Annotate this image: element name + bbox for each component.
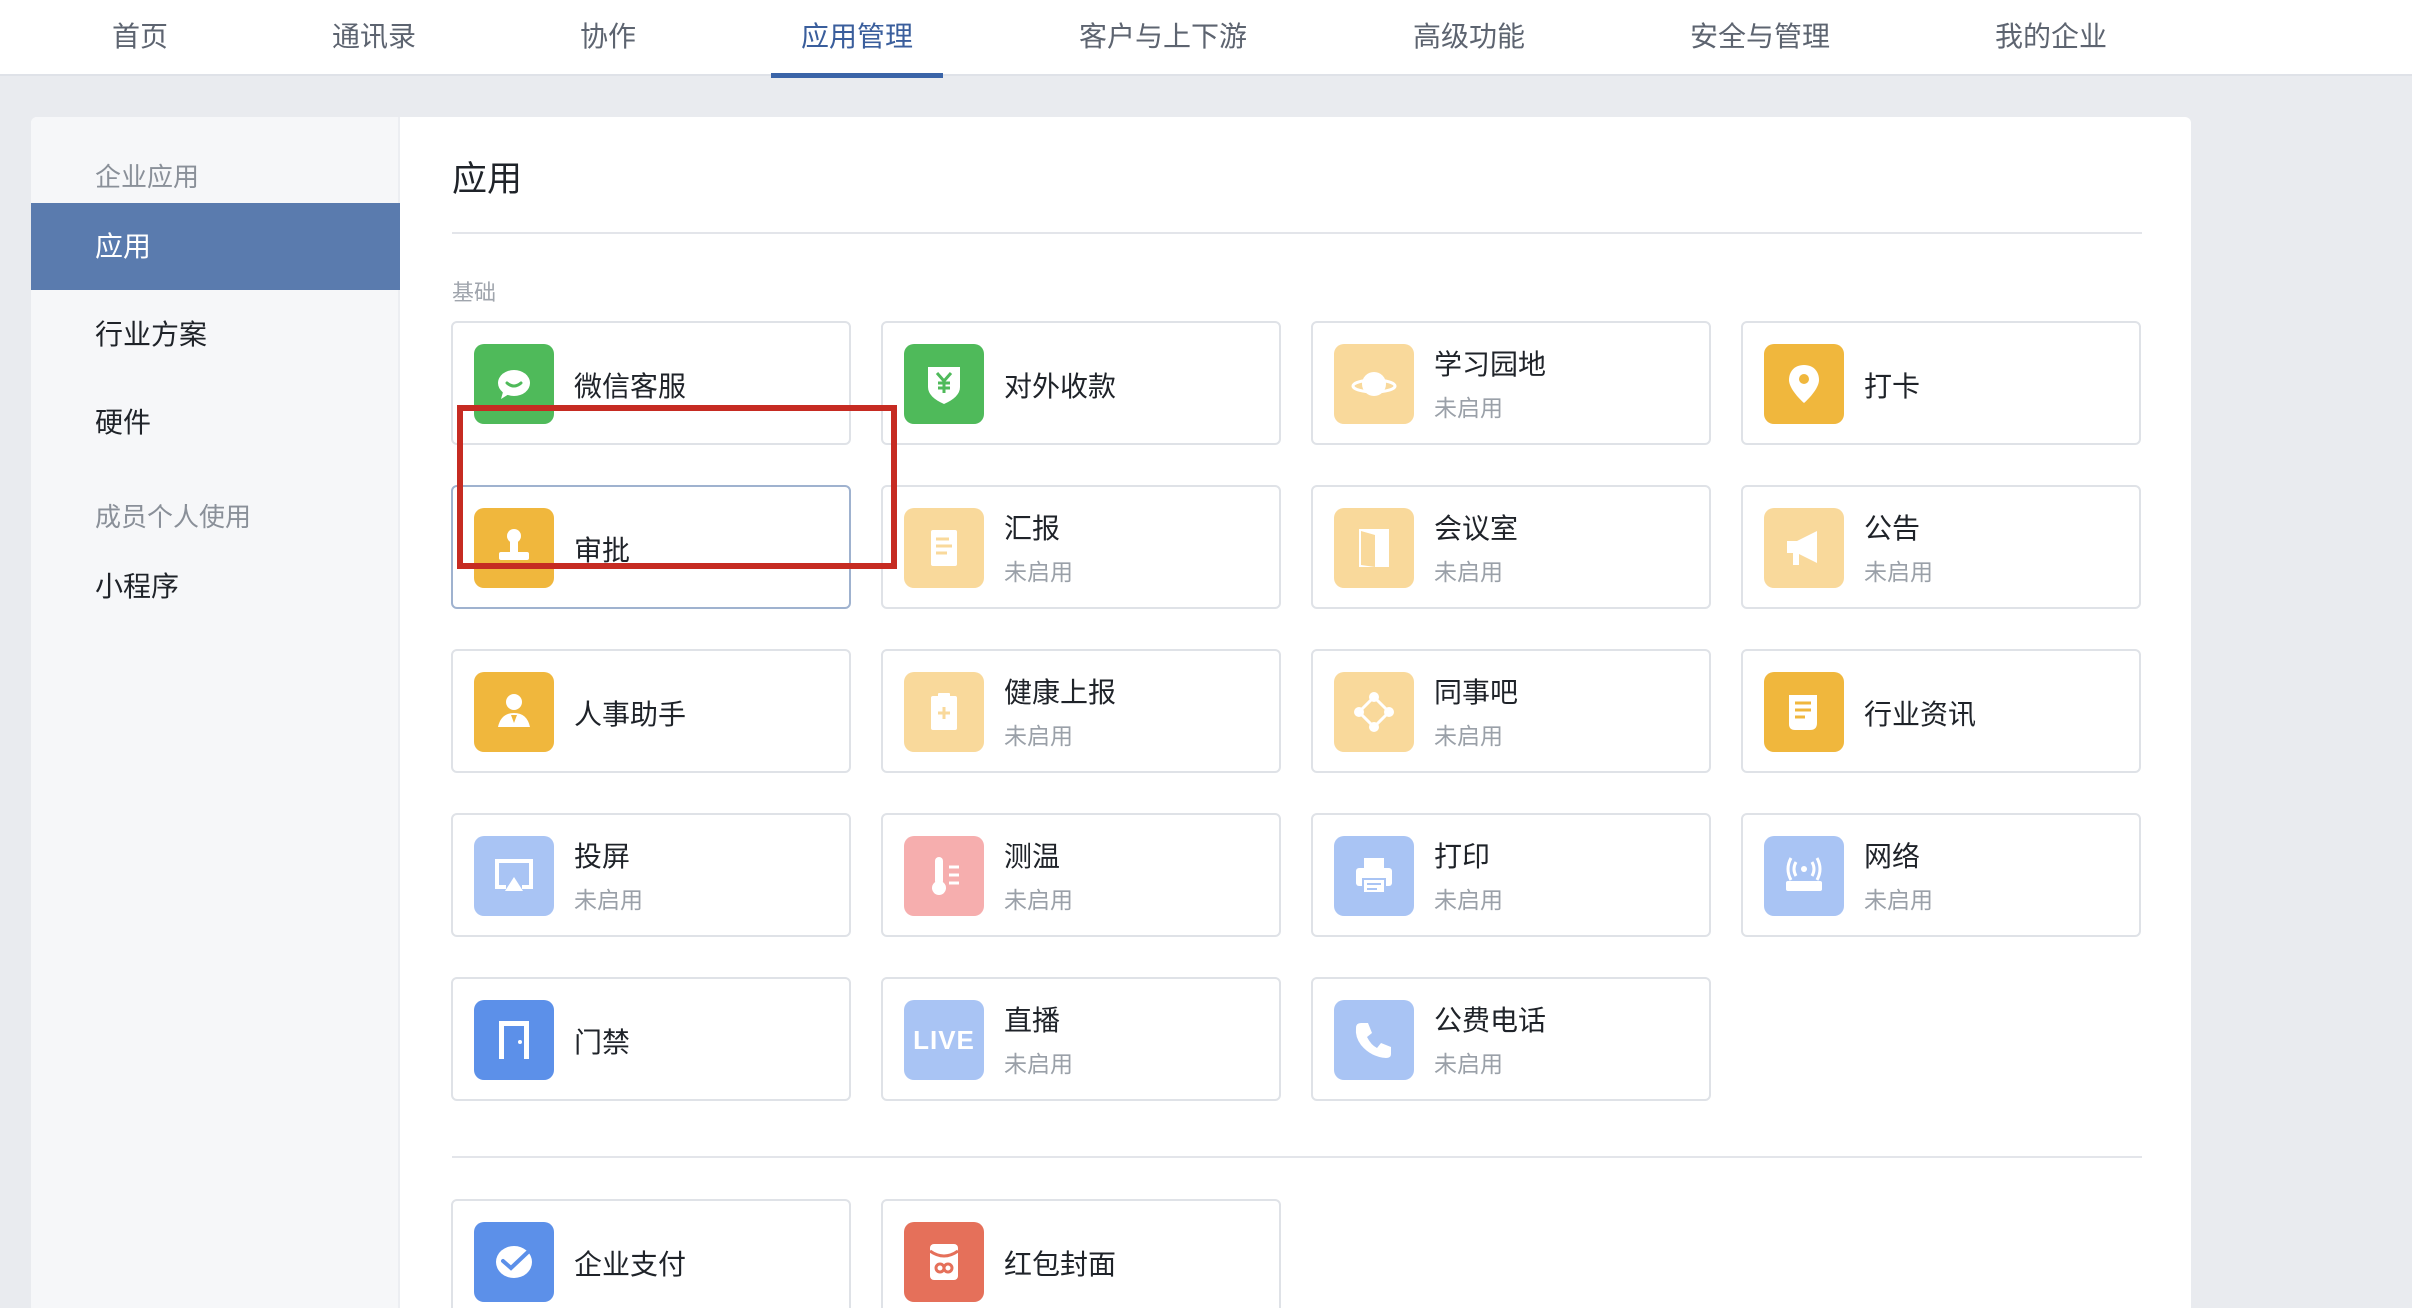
app-status: 未启用	[1004, 560, 1073, 586]
sidebar-item-apps[interactable]: 应用	[31, 203, 400, 290]
app-card-network[interactable]: 网络 未启用	[1741, 813, 2141, 937]
tab-advanced[interactable]: 高级功能	[1383, 0, 1555, 76]
app-name: 测温	[1004, 840, 1061, 873]
app-status: 未启用	[1864, 560, 1933, 586]
app-name: 微信客服	[574, 370, 687, 403]
app-card-hr-assistant[interactable]: 人事助手	[451, 649, 851, 773]
stamp-icon	[474, 508, 554, 588]
divider	[452, 1156, 2142, 1158]
payment-icon	[474, 1222, 554, 1302]
divider	[452, 232, 2142, 234]
app-status: 未启用	[1434, 560, 1503, 586]
app-card-red-envelope[interactable]: 红包封面	[881, 1199, 1281, 1308]
app-name: 人事助手	[574, 698, 687, 731]
tab-my-enterprise[interactable]: 我的企业	[1965, 0, 2137, 76]
network-nodes-icon	[1334, 672, 1414, 752]
tab-app-management[interactable]: 应用管理	[770, 0, 944, 78]
news-icon	[1764, 672, 1844, 752]
app-name: 行业资讯	[1864, 698, 1977, 731]
app-status: 未启用	[1434, 396, 1503, 422]
app-name: 公告	[1864, 512, 1921, 545]
yuan-shield-icon	[904, 344, 984, 424]
app-card-report[interactable]: 汇报 未启用	[881, 485, 1281, 609]
report-icon	[904, 508, 984, 588]
app-name: 会议室	[1434, 512, 1519, 545]
app-card-health-report[interactable]: 健康上报 未启用	[881, 649, 1281, 773]
tab-contacts[interactable]: 通讯录	[302, 0, 446, 76]
app-status: 未启用	[1004, 1052, 1073, 1078]
sidebar-group-personal: 成员个人使用	[95, 503, 252, 533]
app-status: 未启用	[1434, 724, 1503, 750]
app-name: 红包封面	[1004, 1248, 1117, 1281]
app-card-temperature[interactable]: 测温 未启用	[881, 813, 1281, 937]
sidebar-item-hardware[interactable]: 硬件	[31, 379, 400, 466]
app-card-access-control[interactable]: 门禁	[451, 977, 851, 1101]
app-name: 投屏	[574, 840, 631, 873]
app-card-screen-cast[interactable]: 投屏 未启用	[451, 813, 851, 937]
app-name: 同事吧	[1434, 676, 1519, 709]
app-status: 未启用	[1864, 888, 1933, 914]
app-name: 企业支付	[574, 1248, 687, 1281]
app-card-learning[interactable]: 学习园地 未启用	[1311, 321, 1711, 445]
location-pin-icon	[1764, 344, 1844, 424]
app-status: 未启用	[1004, 724, 1073, 750]
door-icon	[1334, 508, 1414, 588]
app-name: 健康上报	[1004, 676, 1117, 709]
thermometer-icon	[904, 836, 984, 916]
app-name: 门禁	[574, 1026, 631, 1059]
app-name: 打卡	[1864, 370, 1921, 403]
app-name: 学习园地	[1434, 348, 1547, 381]
tab-customers[interactable]: 客户与上下游	[1049, 0, 1277, 76]
live-icon: LIVE	[904, 1000, 984, 1080]
app-name: 对外收款	[1004, 370, 1117, 403]
sidebar: 企业应用 应用 行业方案 硬件 成员个人使用 小程序	[31, 117, 400, 1308]
phone-icon	[1334, 1000, 1414, 1080]
router-icon	[1764, 836, 1844, 916]
app-card-enterprise-payment[interactable]: 企业支付	[451, 1199, 851, 1308]
person-icon	[474, 672, 554, 752]
app-card-colleague[interactable]: 同事吧 未启用	[1311, 649, 1711, 773]
sidebar-item-industry[interactable]: 行业方案	[31, 291, 400, 378]
sidebar-item-miniprogram[interactable]: 小程序	[31, 543, 400, 630]
planet-icon	[1334, 344, 1414, 424]
screen-cast-icon	[474, 836, 554, 916]
app-status: 未启用	[1434, 888, 1503, 914]
app-name: 直播	[1004, 1004, 1061, 1037]
app-name: 打印	[1434, 840, 1491, 873]
app-card-live[interactable]: LIVE 直播 未启用	[881, 977, 1281, 1101]
access-door-icon	[474, 1000, 554, 1080]
app-card-meeting-room[interactable]: 会议室 未启用	[1311, 485, 1711, 609]
app-status: 未启用	[1004, 888, 1073, 914]
app-status: 未启用	[1434, 1052, 1503, 1078]
app-card-industry-news[interactable]: 行业资讯	[1741, 649, 2141, 773]
printer-icon	[1334, 836, 1414, 916]
live-label: LIVE	[913, 1024, 975, 1055]
app-card-announcement[interactable]: 公告 未启用	[1741, 485, 2141, 609]
app-name: 网络	[1864, 840, 1921, 873]
health-clipboard-icon	[904, 672, 984, 752]
megaphone-icon	[1764, 508, 1844, 588]
app-card-wechat-service[interactable]: 微信客服	[451, 321, 851, 445]
tab-home[interactable]: 首页	[82, 0, 198, 76]
app-card-approval[interactable]: 审批	[451, 485, 851, 609]
app-card-print[interactable]: 打印 未启用	[1311, 813, 1711, 937]
red-envelope-icon	[904, 1222, 984, 1302]
section-label: 基础	[452, 281, 497, 306]
app-name: 汇报	[1004, 512, 1061, 545]
content-panel: 企业应用 应用 行业方案 硬件 成员个人使用 小程序 应用 基础 微信客服 对外…	[31, 117, 2191, 1308]
page-title: 应用	[452, 160, 523, 200]
app-card-checkin[interactable]: 打卡	[1741, 321, 2141, 445]
app-status: 未启用	[574, 888, 643, 914]
app-card-public-phone[interactable]: 公费电话 未启用	[1311, 977, 1711, 1101]
sidebar-group-enterprise: 企业应用	[95, 163, 200, 193]
wechat-service-icon	[474, 344, 554, 424]
top-navigation: 首页 通讯录 协作 应用管理 客户与上下游 高级功能 安全与管理 我的企业	[0, 0, 2412, 78]
tab-collaboration[interactable]: 协作	[550, 0, 666, 76]
app-name: 审批	[574, 534, 631, 567]
app-name: 公费电话	[1434, 1004, 1547, 1037]
tab-security[interactable]: 安全与管理	[1660, 0, 1860, 76]
app-card-payments[interactable]: 对外收款	[881, 321, 1281, 445]
